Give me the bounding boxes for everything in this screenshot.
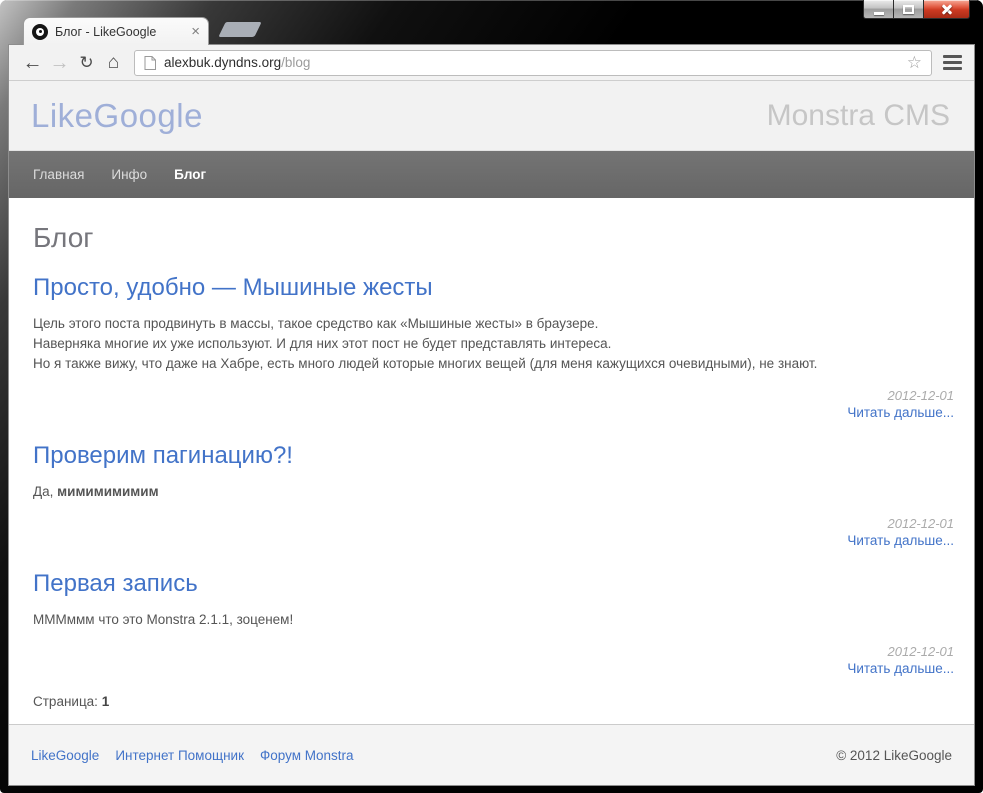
main-content: Блог Просто, удобно — Мышиные жесты Цель… [9, 198, 974, 724]
reload-icon[interactable]: ↻ [73, 54, 100, 71]
url-path: /blog [281, 55, 311, 70]
footer-links: LikeGoogle Интернет Помощник Форум Monst… [31, 748, 354, 763]
window-close-button[interactable] [924, 0, 970, 19]
post-title-link[interactable]: Просто, удобно — Мышиные жесты [33, 274, 954, 302]
browser-window: ← → ↻ ⌂ alexbuk.dyndns.org/blog ☆ LikeGo… [9, 45, 974, 785]
tab-title: Блог - LikeGoogle [55, 24, 157, 39]
post-body: Да, мимимимимим [33, 482, 954, 502]
blog-post: Первая запись МММммм что это Monstra 2.1… [33, 570, 954, 678]
browser-tab[interactable]: Блог - LikeGoogle × [23, 17, 209, 45]
web-page: LikeGoogle Monstra CMS Главная Инфо Блог… [9, 81, 974, 785]
copyright-text: © 2012 LikeGoogle [836, 747, 952, 763]
browser-toolbar: ← → ↻ ⌂ alexbuk.dyndns.org/blog ☆ [9, 45, 974, 81]
page-icon [144, 55, 156, 70]
window-maximize-button[interactable] [894, 0, 924, 19]
site-header: LikeGoogle Monstra CMS [9, 81, 974, 151]
new-tab-button[interactable] [218, 22, 262, 37]
pagination: Страница: 1 [33, 694, 954, 709]
window-controls [863, 0, 970, 19]
post-body-text: Да, [33, 484, 58, 499]
maximize-icon [903, 4, 914, 14]
footer-link-forum-monstra[interactable]: Форум Monstra [260, 748, 354, 763]
post-meta: 2012-12-01 Читать дальше... [33, 388, 954, 422]
footer-link-likegoogle[interactable]: LikeGoogle [31, 748, 99, 763]
url-text[interactable]: alexbuk.dyndns.org/blog [164, 55, 899, 70]
post-meta: 2012-12-01 Читать дальше... [33, 516, 954, 550]
post-body: Цель этого поста продвинуть в массы, так… [33, 314, 954, 374]
site-footer: LikeGoogle Интернет Помощник Форум Monst… [9, 724, 974, 785]
post-body-bold: мимимимимим [57, 484, 159, 499]
home-icon[interactable]: ⌂ [100, 53, 127, 72]
site-logo[interactable]: LikeGoogle [31, 97, 203, 135]
site-favicon-icon [32, 23, 48, 40]
back-icon[interactable]: ← [19, 53, 46, 73]
post-title-link[interactable]: Проверим пагинацию?! [33, 442, 954, 470]
read-more-link[interactable]: Читать дальше... [847, 533, 954, 548]
nav-item-info[interactable]: Инфо [111, 167, 147, 182]
post-date: 2012-12-01 [887, 388, 955, 403]
nav-item-blog[interactable]: Блог [174, 167, 206, 182]
tab-close-icon[interactable]: × [191, 24, 200, 39]
close-icon [941, 4, 953, 15]
window-frame: Блог - LikeGoogle × ← → ↻ ⌂ alexbuk.dynd… [0, 0, 983, 793]
window-minimize-button[interactable] [863, 0, 894, 19]
titlebar[interactable]: Блог - LikeGoogle × [0, 0, 983, 45]
read-more-link[interactable]: Читать дальше... [847, 661, 954, 676]
url-domain: alexbuk.dyndns.org [164, 55, 282, 70]
read-more-link[interactable]: Читать дальше... [847, 405, 954, 420]
post-date: 2012-12-01 [887, 516, 955, 531]
site-nav: Главная Инфо Блог [9, 151, 974, 198]
post-body-line: Цель этого поста продвинуть в массы, так… [33, 316, 599, 331]
nav-item-glavnaya[interactable]: Главная [33, 167, 84, 182]
post-body: МММммм что это Monstra 2.1.1, зоценем! [33, 612, 294, 627]
post-body-line: Наверняка многие их уже используют. И дл… [33, 336, 612, 351]
bookmark-star-icon[interactable]: ☆ [907, 54, 922, 71]
blog-post: Проверим пагинацию?! Да, мимимимимим 201… [33, 442, 954, 550]
pagination-current-page: 1 [101, 694, 110, 709]
footer-link-internet-pomoshchnik[interactable]: Интернет Помощник [115, 748, 244, 763]
post-meta: 2012-12-01 Читать дальше... [33, 644, 954, 678]
address-bar[interactable]: alexbuk.dyndns.org/blog ☆ [134, 49, 932, 76]
post-date: 2012-12-01 [887, 644, 955, 659]
page-title: Блог [33, 222, 94, 253]
site-tagline: Monstra CMS [766, 98, 950, 132]
forward-icon[interactable]: → [46, 53, 73, 73]
pagination-label: Страница: [33, 694, 98, 709]
blog-post: Просто, удобно — Мышиные жесты Цель этог… [33, 274, 954, 422]
minimize-icon [873, 11, 884, 15]
post-body-line: Но я также вижу, что даже на Хабре, есть… [33, 356, 818, 371]
post-title-link[interactable]: Первая запись [33, 570, 954, 598]
browser-menu-icon[interactable] [941, 51, 964, 74]
